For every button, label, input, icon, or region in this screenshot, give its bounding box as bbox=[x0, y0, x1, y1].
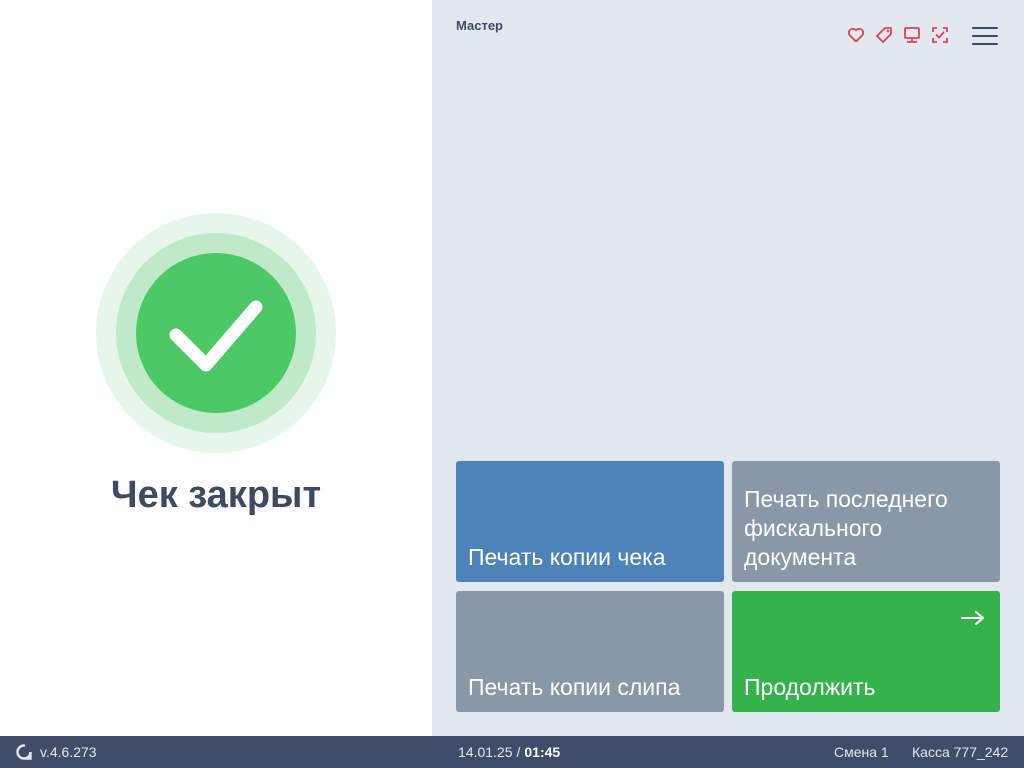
monitor-icon[interactable] bbox=[902, 25, 922, 45]
success-indicator bbox=[96, 213, 336, 453]
app-version: v.4.6.273 bbox=[40, 744, 97, 760]
print-receipt-copy-button[interactable]: Печать копии чека bbox=[456, 461, 724, 582]
status-bar: v.4.6.273 14.01.25/01:45 Смена 1 Касса 7… bbox=[0, 736, 1024, 768]
print-slip-copy-button[interactable]: Печать копии слипа bbox=[456, 591, 724, 712]
success-circle bbox=[136, 253, 296, 413]
actions-panel: Мастер Печать копии чека Печать последне… bbox=[432, 0, 1024, 736]
current-time: 01:45 bbox=[524, 744, 561, 760]
menu-line bbox=[972, 35, 998, 37]
scan-check-icon[interactable] bbox=[930, 25, 950, 45]
register-info: Касса 777_242 bbox=[912, 744, 1009, 760]
header-icons bbox=[846, 25, 950, 45]
check-icon bbox=[169, 300, 263, 372]
print-slip-copy-label: Печать копии слипа bbox=[468, 674, 681, 700]
shift-info: Смена 1 bbox=[834, 744, 889, 760]
menu-line bbox=[972, 27, 998, 29]
app-logo-icon bbox=[16, 744, 32, 760]
receipt-closed-title: Чек закрыт bbox=[110, 474, 322, 516]
arrow-right-icon bbox=[961, 611, 984, 625]
continue-label: Продолжить bbox=[744, 674, 876, 700]
current-date: 14.01.25 bbox=[458, 744, 513, 760]
user-name: Мастер bbox=[456, 18, 503, 33]
heart-icon[interactable] bbox=[846, 25, 866, 45]
status-panel: Чек закрыт bbox=[0, 0, 432, 736]
print-receipt-copy-label: Печать копии чека bbox=[468, 544, 666, 570]
print-last-fiscal-document-label: Печать последнего фискального документа bbox=[744, 486, 948, 570]
date-time-separator: / bbox=[516, 744, 521, 760]
print-last-fiscal-document-button[interactable]: Печать последнего фискального документа bbox=[732, 461, 1000, 582]
date-time: 14.01.25/01:45 bbox=[458, 744, 560, 760]
tag-icon[interactable] bbox=[874, 25, 894, 45]
hamburger-menu-icon[interactable] bbox=[972, 25, 998, 47]
menu-line bbox=[972, 43, 998, 45]
continue-button[interactable]: Продолжить bbox=[732, 591, 1000, 712]
